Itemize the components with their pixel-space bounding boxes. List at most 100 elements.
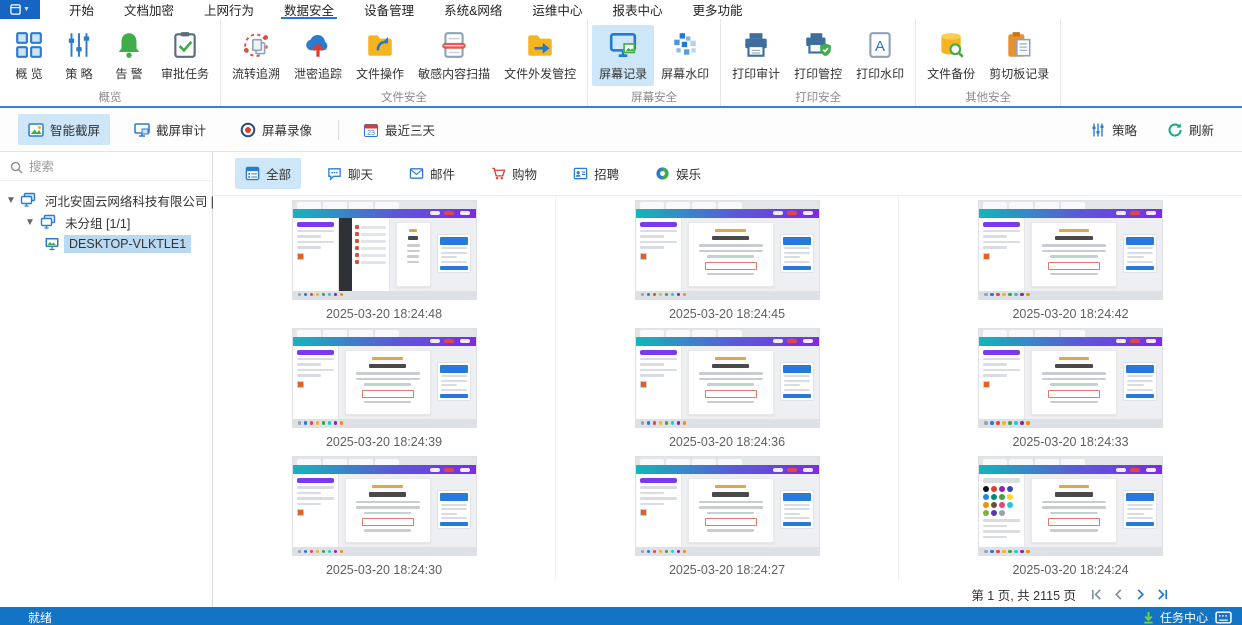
filter-mail-button[interactable]: 邮件 xyxy=(399,158,465,189)
screenshot-thumbnail[interactable] xyxy=(635,200,820,300)
screenshot-thumbnail[interactable] xyxy=(978,328,1163,428)
thumb-app-header xyxy=(293,337,476,346)
thumbnail-timestamp: 2025-03-20 18:24:36 xyxy=(669,435,785,449)
screenshot-item[interactable]: 2025-03-20 18:24:36 xyxy=(556,324,899,452)
screen-record-button[interactable]: 屏幕记录 xyxy=(592,25,654,86)
tree-item-company[interactable]: ▼ 河北安固云网络科技有限公司 [1/1] xyxy=(0,189,212,211)
tab-ops-center[interactable]: 运维中心 xyxy=(517,0,597,19)
tab-doc-encrypt[interactable]: 文档加密 xyxy=(109,0,189,19)
thumb-app-header xyxy=(293,209,476,218)
thumb-app-header xyxy=(636,209,819,218)
tab-device-mgmt[interactable]: 设备管理 xyxy=(349,0,429,19)
screenshot-thumbnail[interactable] xyxy=(292,200,477,300)
flow-trace-button[interactable]: 流转追溯 xyxy=(225,25,287,86)
screenshot-thumbnail[interactable] xyxy=(978,456,1163,556)
first-page-button[interactable] xyxy=(1089,587,1104,602)
screenshot-thumbnail[interactable] xyxy=(292,456,477,556)
approval-tasks-label: 审批任务 xyxy=(161,65,209,82)
tab-data-security[interactable]: 数据安全 xyxy=(269,0,349,19)
policy-button[interactable]: 策 略 xyxy=(54,25,104,86)
print-watermark-button[interactable]: A 打印水印 xyxy=(849,25,911,86)
screenshot-thumbnail[interactable] xyxy=(635,328,820,428)
print-watermark-label: 打印水印 xyxy=(856,65,904,82)
smart-capture-button[interactable]: 智能截屏 xyxy=(18,114,110,145)
file-backup-button[interactable]: 文件备份 xyxy=(920,25,982,86)
screenshot-thumbnail[interactable] xyxy=(292,328,477,428)
remote-desktop-icon[interactable] xyxy=(1215,611,1232,624)
refresh-button[interactable]: 刷新 xyxy=(1157,114,1224,145)
thumb-left-sidebar xyxy=(636,346,682,419)
filter-chat-button[interactable]: 聊天 xyxy=(317,158,383,189)
thumb-browser-tabs xyxy=(636,201,819,209)
filter-shopping-button[interactable]: 购物 xyxy=(481,158,547,189)
thumb-color-swatch xyxy=(983,381,990,388)
toolbar-separator xyxy=(338,120,339,140)
screenshot-item[interactable]: 2025-03-20 18:24:30 xyxy=(213,453,556,581)
clipboard-record-label: 剪切板记录 xyxy=(989,65,1049,82)
approval-tasks-button[interactable]: 审批任务 xyxy=(154,25,216,86)
tab-system-network[interactable]: 系统&网络 xyxy=(429,0,517,19)
thumb-app-header xyxy=(979,465,1162,474)
tab-report-center[interactable]: 报表中心 xyxy=(597,0,677,19)
screen-watermark-button[interactable]: 屏幕水印 xyxy=(654,25,716,86)
tree-item-device[interactable]: DESKTOP-VLKTLE1 xyxy=(0,233,212,255)
device-monitor-icon xyxy=(44,236,60,252)
tree-item-ungrouped[interactable]: ▼ 未分组 [1/1] xyxy=(0,211,212,233)
recent-days-button[interactable]: 23 最近三天 xyxy=(353,114,445,145)
thumb-taskbar xyxy=(293,547,476,555)
task-center-label: 任务中心 xyxy=(1160,609,1208,625)
tree-expander-icon[interactable]: ▼ xyxy=(6,195,16,206)
tab-start[interactable]: 开始 xyxy=(54,0,109,19)
file-outgoing-button[interactable]: 文件外发管控 xyxy=(497,25,583,86)
thumb-app-body xyxy=(636,346,819,419)
tab-web-behavior[interactable]: 上网行为 xyxy=(189,0,269,19)
screenshot-item[interactable]: 2025-03-20 18:24:27 xyxy=(556,453,899,581)
screenshot-item[interactable]: 2025-03-20 18:24:42 xyxy=(899,196,1242,324)
screenshot-item[interactable]: 2025-03-20 18:24:33 xyxy=(899,324,1242,452)
file-ops-label: 文件操作 xyxy=(356,65,404,82)
ribbon-group-screen-security: 屏幕记录 屏幕水印 屏幕安全 xyxy=(588,19,721,106)
alert-button[interactable]: 告 警 xyxy=(104,25,154,86)
screenshot-thumbnail[interactable] xyxy=(635,456,820,556)
filter-all-button[interactable]: 全部 xyxy=(235,158,301,189)
screenshot-item[interactable]: 2025-03-20 18:24:24 xyxy=(899,453,1242,581)
screenshot-thumbnail[interactable] xyxy=(978,200,1163,300)
print-audit-button[interactable]: 打印审计 xyxy=(725,25,787,86)
thumb-app-body xyxy=(293,474,476,547)
print-control-shield-icon xyxy=(803,30,833,60)
next-page-button[interactable] xyxy=(1133,587,1148,602)
filter-chat-label: 聊天 xyxy=(348,164,373,183)
tree-expander-icon[interactable]: ▼ xyxy=(24,217,36,228)
screenshot-item[interactable]: 2025-03-20 18:24:48 xyxy=(213,196,556,324)
sensitive-scan-button[interactable]: 敏感内容扫描 xyxy=(411,25,497,86)
policy-toolbar-button[interactable]: 策略 xyxy=(1080,114,1147,145)
print-control-button[interactable]: 打印管控 xyxy=(787,25,849,86)
menu-tabs: 开始 文档加密 上网行为 数据安全 设备管理 系统&网络 运维中心 报表中心 更… xyxy=(54,0,757,19)
thumb-chat-list xyxy=(352,218,390,291)
screenshot-item[interactable]: 2025-03-20 18:24:39 xyxy=(213,324,556,452)
toolbar-right: 策略 刷新 xyxy=(1070,114,1224,145)
prev-page-icon xyxy=(1112,588,1125,601)
last-page-icon xyxy=(1156,588,1169,601)
task-center-button[interactable]: 任务中心 xyxy=(1142,609,1208,625)
clipboard-record-button[interactable]: 剪切板记录 xyxy=(982,25,1056,86)
thumb-side-card xyxy=(780,362,814,401)
prev-page-button[interactable] xyxy=(1111,587,1126,602)
thumb-app-header xyxy=(979,337,1162,346)
tab-more-features[interactable]: 更多功能 xyxy=(677,0,757,19)
policy-sliders-icon xyxy=(1090,122,1106,138)
overview-button[interactable]: 概 览 xyxy=(4,25,54,86)
screen-video-button[interactable]: 屏幕录像 xyxy=(230,114,322,145)
tree-item-ungrouped-label: 未分组 [1/1] xyxy=(60,211,135,234)
app-menu-button[interactable]: ▼ xyxy=(0,0,40,19)
last-page-button[interactable] xyxy=(1155,587,1170,602)
screenshot-item[interactable]: 2025-03-20 18:24:45 xyxy=(556,196,899,324)
file-ops-button[interactable]: 文件操作 xyxy=(349,25,411,86)
capture-audit-button[interactable]: 截屏审计 xyxy=(124,114,216,145)
filter-entertainment-button[interactable]: 娱乐 xyxy=(645,158,711,189)
chevron-down-icon: ▼ xyxy=(23,6,30,13)
search-input[interactable] xyxy=(29,160,189,174)
leak-track-button[interactable]: 泄密追踪 xyxy=(287,25,349,86)
filter-recruit-button[interactable]: 招聘 xyxy=(563,158,629,189)
search-icon xyxy=(10,161,23,174)
